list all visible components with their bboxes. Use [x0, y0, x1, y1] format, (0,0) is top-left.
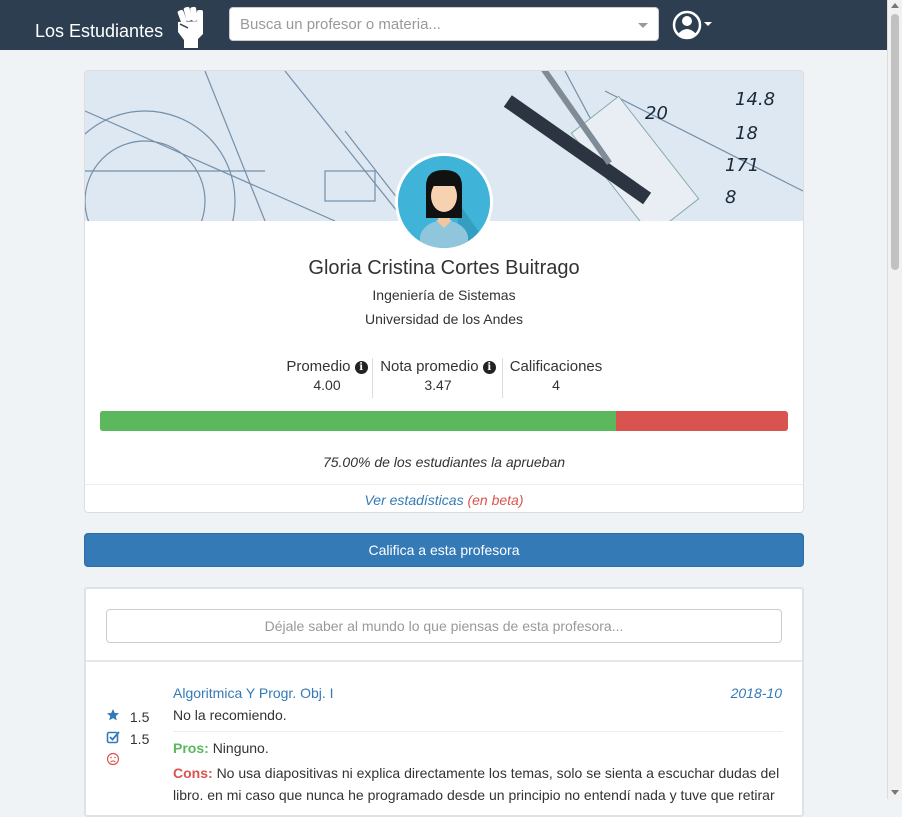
review-recommendation: No la recomiendo. [173, 707, 287, 723]
stat-promedio: Promedio i 4.00 [283, 358, 371, 393]
review-course-link[interactable]: Algoritmica Y Progr. Obj. I [173, 685, 334, 701]
divider [173, 731, 783, 732]
approval-progress-fill [100, 411, 616, 431]
svg-text:8: 8 [725, 187, 736, 208]
approval-text: 75.00% de los estudiantes la aprueban [322, 454, 566, 470]
stats-link-row: Ver estadísticas (en beta) [85, 484, 803, 512]
comment-input[interactable]: Déjale saber al mundo lo que piensas de … [106, 609, 782, 643]
star-icon [107, 709, 119, 721]
stats-link[interactable]: Ver estadísticas [364, 492, 463, 508]
caret-down-icon [704, 22, 712, 26]
professor-department: Ingeniería de Sistemas [372, 287, 516, 303]
stat-calificaciones: Calificaciones 4 [505, 358, 607, 393]
chevron-down-icon[interactable] [638, 23, 648, 28]
cons-label: Cons: [173, 765, 213, 781]
divider [86, 660, 802, 662]
frown-icon [106, 752, 120, 766]
pros-text: Ninguno. [212, 740, 269, 756]
avatar [395, 153, 493, 251]
svg-text:14.8: 14.8 [735, 89, 775, 110]
scroll-up-arrow-icon[interactable] [891, 3, 899, 8]
grade-value: 1.5 [129, 731, 150, 747]
rate-professor-button[interactable]: Califica a esta profesora [84, 533, 804, 567]
scrollbar-thumb[interactable] [891, 14, 899, 270]
professor-name: Gloria Cristina Cortes Buitrago [308, 257, 580, 279]
checkbox-icon [106, 731, 120, 744]
info-icon[interactable]: i [354, 361, 368, 374]
navbar: Los Estudiantes Busca un profesor o mate… [0, 0, 887, 50]
svg-text:171: 171 [725, 155, 759, 176]
user-menu-button[interactable] [672, 10, 716, 40]
search-input[interactable]: Busca un profesor o materia... [229, 7, 659, 41]
stat-value: 4.00 [313, 377, 341, 393]
stat-value: 3.47 [424, 377, 452, 393]
svg-text:20: 20 [645, 103, 668, 124]
user-icon [672, 10, 702, 40]
review-date: 2018-10 [730, 685, 782, 701]
brand-title[interactable]: Los Estudiantes [35, 18, 163, 44]
stat-divider [372, 358, 373, 398]
avatar-image [398, 156, 490, 248]
beta-label: (en beta) [467, 492, 524, 508]
search-placeholder: Busca un profesor o materia... [240, 16, 441, 33]
review-cons: Cons: No usa diapositivas ni explica dir… [173, 762, 783, 806]
info-icon[interactable]: i [482, 361, 496, 374]
profile-card: 20 14.8 18 171 8 Gloria Cristina Cortes … [84, 70, 804, 513]
pros-label: Pros: [173, 740, 209, 756]
scroll-down-arrow-icon[interactable] [891, 790, 899, 795]
review-pros: Pros: Ninguno. [173, 740, 269, 756]
professor-university: Universidad de los Andes [365, 311, 523, 327]
stat-label: Nota promedio [380, 358, 479, 375]
stat-divider [502, 358, 503, 398]
fist-logo-icon[interactable] [170, 4, 208, 48]
rating-value: 1.5 [129, 709, 150, 725]
review-grade: 1.5 [106, 730, 149, 747]
stat-value: 4 [552, 377, 560, 393]
review-rating: 1.5 [106, 708, 149, 725]
stat-label: Promedio [286, 358, 351, 375]
review-sentiment [106, 752, 120, 769]
svg-text:18: 18 [735, 123, 758, 144]
stat-nota-promedio: Nota promedio i 3.47 [375, 358, 501, 393]
approval-progress-bar [100, 411, 788, 431]
cons-text: No usa diapositivas ni explica directame… [173, 765, 780, 803]
reviews-panel: Déjale saber al mundo lo que piensas de … [84, 587, 804, 817]
scrollbar[interactable] [887, 0, 902, 799]
stat-label: Calificaciones [509, 358, 603, 375]
